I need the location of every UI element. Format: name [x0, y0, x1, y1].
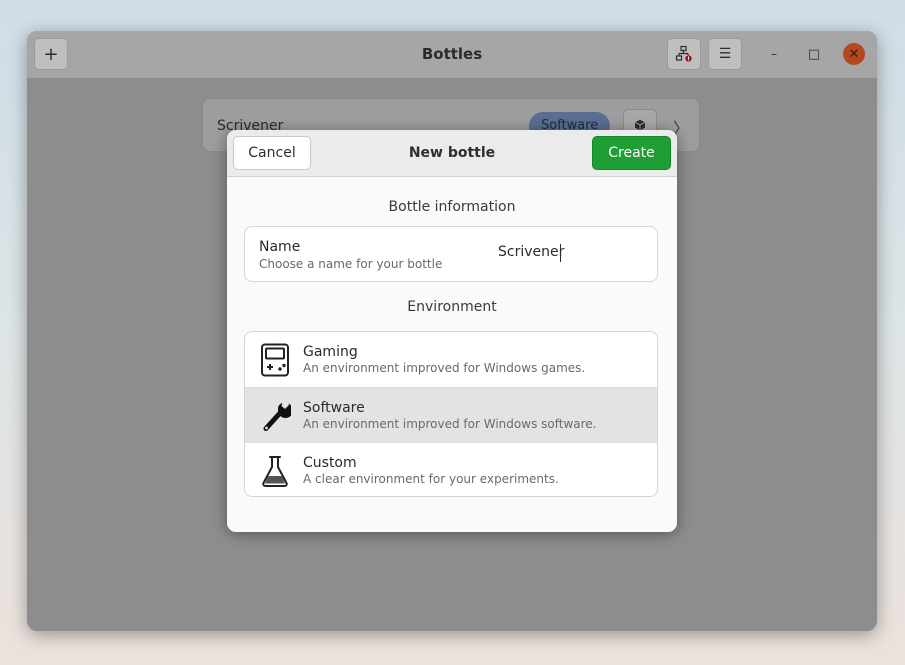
- flask-icon: [262, 456, 288, 487]
- close-icon: ✕: [848, 46, 860, 62]
- bottle-name-input[interactable]: [498, 244, 638, 260]
- environment-description: A clear environment for your experiments…: [303, 472, 559, 486]
- minimize-icon: –: [771, 47, 777, 61]
- environment-title: Gaming: [303, 344, 358, 360]
- minimize-button[interactable]: –: [763, 43, 785, 65]
- maximize-button[interactable]: □: [803, 43, 825, 65]
- headerbar: + Bottles ☰ – □ ✕: [27, 31, 877, 79]
- main-menu-button[interactable]: ☰: [708, 38, 742, 70]
- name-row[interactable]: Name Choose a name for your bottle: [245, 227, 657, 281]
- environment-description: An environment improved for Windows soft…: [303, 417, 597, 431]
- environment-row-software[interactable]: Software An environment improved for Win…: [245, 387, 657, 443]
- window-title: Bottles: [421, 45, 483, 63]
- new-bottle-dialog: Cancel New bottle Create Bottle informat…: [227, 130, 677, 532]
- create-button[interactable]: Create: [592, 136, 671, 170]
- environment-list: Gaming An environment improved for Windo…: [244, 331, 658, 497]
- dialog-header: Cancel New bottle Create: [227, 130, 677, 177]
- hamburger-menu-icon: ☰: [718, 46, 732, 62]
- environment-heading: Environment: [407, 299, 497, 315]
- name-label: Name: [259, 239, 301, 255]
- environment-row-gaming[interactable]: Gaming An environment improved for Windo…: [245, 332, 657, 387]
- environment-row-custom[interactable]: Custom A clear environment for your expe…: [245, 442, 657, 496]
- wrench-icon: [263, 401, 291, 431]
- name-hint: Choose a name for your bottle: [259, 257, 443, 271]
- bottle-information-heading: Bottle information: [388, 199, 516, 215]
- environment-title: Software: [303, 400, 365, 416]
- environment-description: An environment improved for Windows game…: [303, 361, 586, 375]
- close-window-button[interactable]: ✕: [843, 43, 865, 65]
- environment-title: Custom: [303, 455, 357, 471]
- gamepad-icon: [261, 343, 289, 377]
- network-warning-icon: [675, 45, 692, 62]
- name-card: Name Choose a name for your bottle: [244, 226, 658, 282]
- network-status-button[interactable]: [667, 38, 701, 70]
- text-caret: [560, 244, 561, 262]
- maximize-icon: □: [807, 46, 821, 62]
